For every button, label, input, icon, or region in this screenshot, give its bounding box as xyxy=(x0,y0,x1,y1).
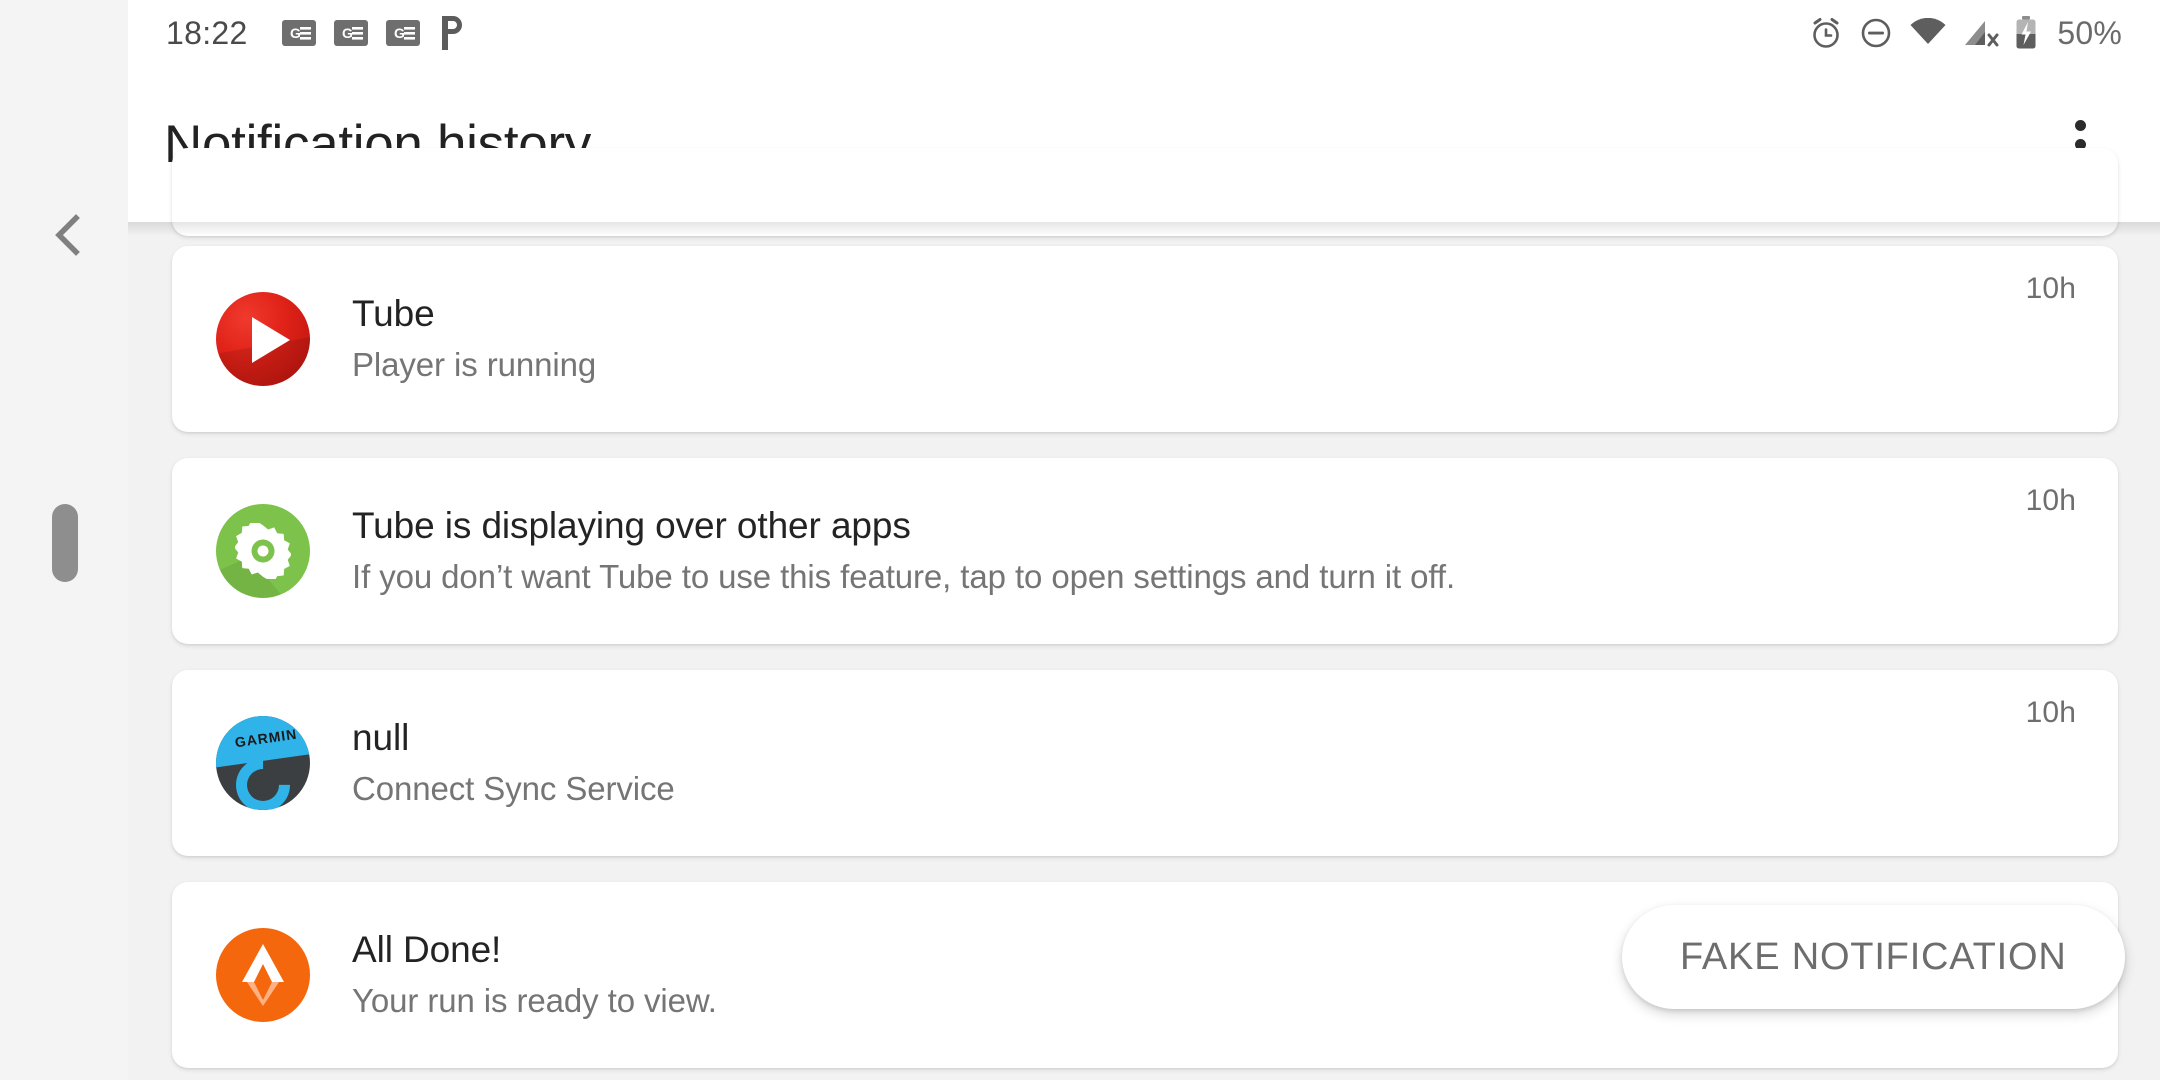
notification-timestamp: 10h xyxy=(2025,272,2076,305)
wifi-icon xyxy=(1910,18,1946,44)
battery-percentage: 50% xyxy=(2057,14,2122,51)
status-notification-icons: G G G xyxy=(281,16,464,50)
do-not-disturb-icon xyxy=(1862,18,1891,48)
notification-row: Tube Player is running 10h xyxy=(172,246,2118,432)
notification-title: null xyxy=(352,716,410,758)
scroll-handle[interactable] xyxy=(52,504,78,582)
back-chevron-icon[interactable] xyxy=(46,214,88,256)
google-news-icon: G xyxy=(385,20,420,46)
svg-text:G: G xyxy=(290,25,301,41)
svg-text:G: G xyxy=(342,25,353,41)
status-bar-left: 18:22 G G G xyxy=(166,15,464,52)
status-time: 18:22 xyxy=(166,14,248,51)
notification-subtitle: Connect Sync Service xyxy=(352,770,675,808)
notification-subtitle: Player is running xyxy=(352,346,597,384)
notification-title: Tube xyxy=(352,292,435,334)
notification-subtitle: If you don’t want Tube to use this featu… xyxy=(352,558,1456,596)
strava-icon xyxy=(216,928,310,1022)
list-item[interactable]: GARMIN null Connect Sync Service 10h xyxy=(172,670,2118,856)
fake-notification-button[interactable]: FAKE NOTIFICATION xyxy=(1622,905,2125,1009)
settings-gear-icon xyxy=(216,504,310,598)
notification-timestamp: 10h xyxy=(2025,484,2076,517)
icon-facet xyxy=(216,337,310,386)
notification-timestamp: 10h xyxy=(2025,696,2076,729)
pushbullet-icon xyxy=(441,16,462,50)
notification-row: GARMIN null Connect Sync Service 10h xyxy=(172,670,2118,856)
notification-text: Tube is displaying over other apps If yo… xyxy=(352,503,2078,600)
left-gutter xyxy=(0,0,128,1080)
garmin-connect-icon: GARMIN xyxy=(216,716,310,810)
youtube-play-icon xyxy=(216,292,310,386)
google-news-icon: G xyxy=(281,20,316,46)
notification-text: Tube Player is running xyxy=(352,291,2078,388)
google-news-icon: G xyxy=(333,20,368,46)
overflow-dot xyxy=(2074,119,2086,131)
alarm-icon xyxy=(1813,18,1840,48)
list-item[interactable]: Tube Player is running 10h xyxy=(172,246,2118,432)
notification-text: null Connect Sync Service xyxy=(352,715,2078,812)
notification-title: Tube is displaying over other apps xyxy=(352,504,911,546)
phone-screen: 18:22 G G G 50% Notification history Tub… xyxy=(0,0,2160,1080)
fake-notification-label: FAKE NOTIFICATION xyxy=(1680,935,2067,978)
notification-row: Tube is displaying over other apps If yo… xyxy=(172,458,2118,644)
list-item-partial-top[interactable] xyxy=(172,148,2118,236)
status-bar-right: 50% xyxy=(1809,15,2122,52)
svg-text:G: G xyxy=(394,25,405,41)
cellular-no-sim-icon xyxy=(1965,21,1999,47)
list-item[interactable]: Tube is displaying over other apps If yo… xyxy=(172,458,2118,644)
status-bar: 18:22 G G G 50% xyxy=(128,0,2160,66)
battery-charging-icon xyxy=(2016,16,2036,49)
